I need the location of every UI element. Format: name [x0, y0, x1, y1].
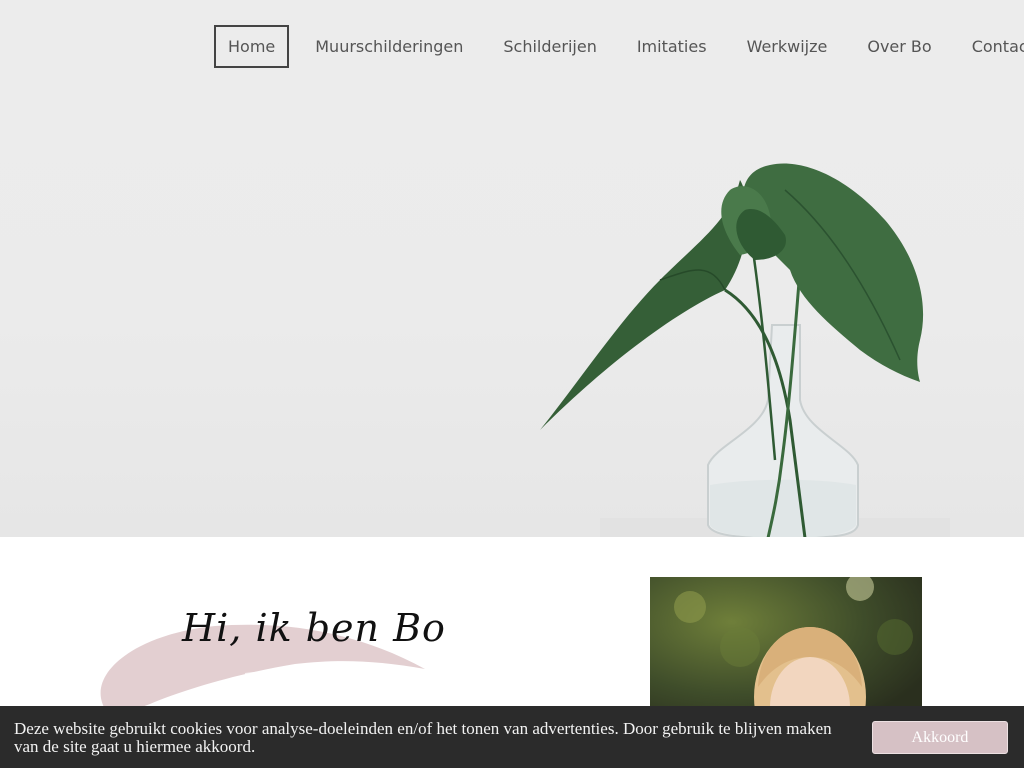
cookie-message: Deze website gebruikt cookies voor analy… — [14, 719, 832, 756]
cookie-accept-button[interactable]: Akkoord — [872, 721, 1008, 754]
nav-item-muurschilderingen[interactable]: Muurschilderingen — [301, 25, 477, 68]
cookie-consent-bar: Deze website gebruikt cookies voor analy… — [0, 706, 1024, 768]
plant-in-vase-image — [540, 163, 950, 537]
nav-item-over-bo[interactable]: Over Bo — [853, 25, 945, 68]
nav-item-imitaties[interactable]: Imitaties — [623, 25, 721, 68]
nav-item-werkwijze[interactable]: Werkwijze — [733, 25, 842, 68]
hero-banner: Home Muurschilderingen Schilderijen Imit… — [0, 0, 1024, 537]
nav-item-contact[interactable]: Contact — [958, 25, 1024, 68]
intro-heading: Hi, ik ben Bo — [182, 606, 446, 650]
nav-item-home[interactable]: Home — [214, 25, 290, 68]
main-navigation: Home Muurschilderingen Schilderijen Imit… — [214, 25, 1024, 68]
nav-item-schilderijen[interactable]: Schilderijen — [489, 25, 610, 68]
portrait-photo — [650, 577, 922, 727]
